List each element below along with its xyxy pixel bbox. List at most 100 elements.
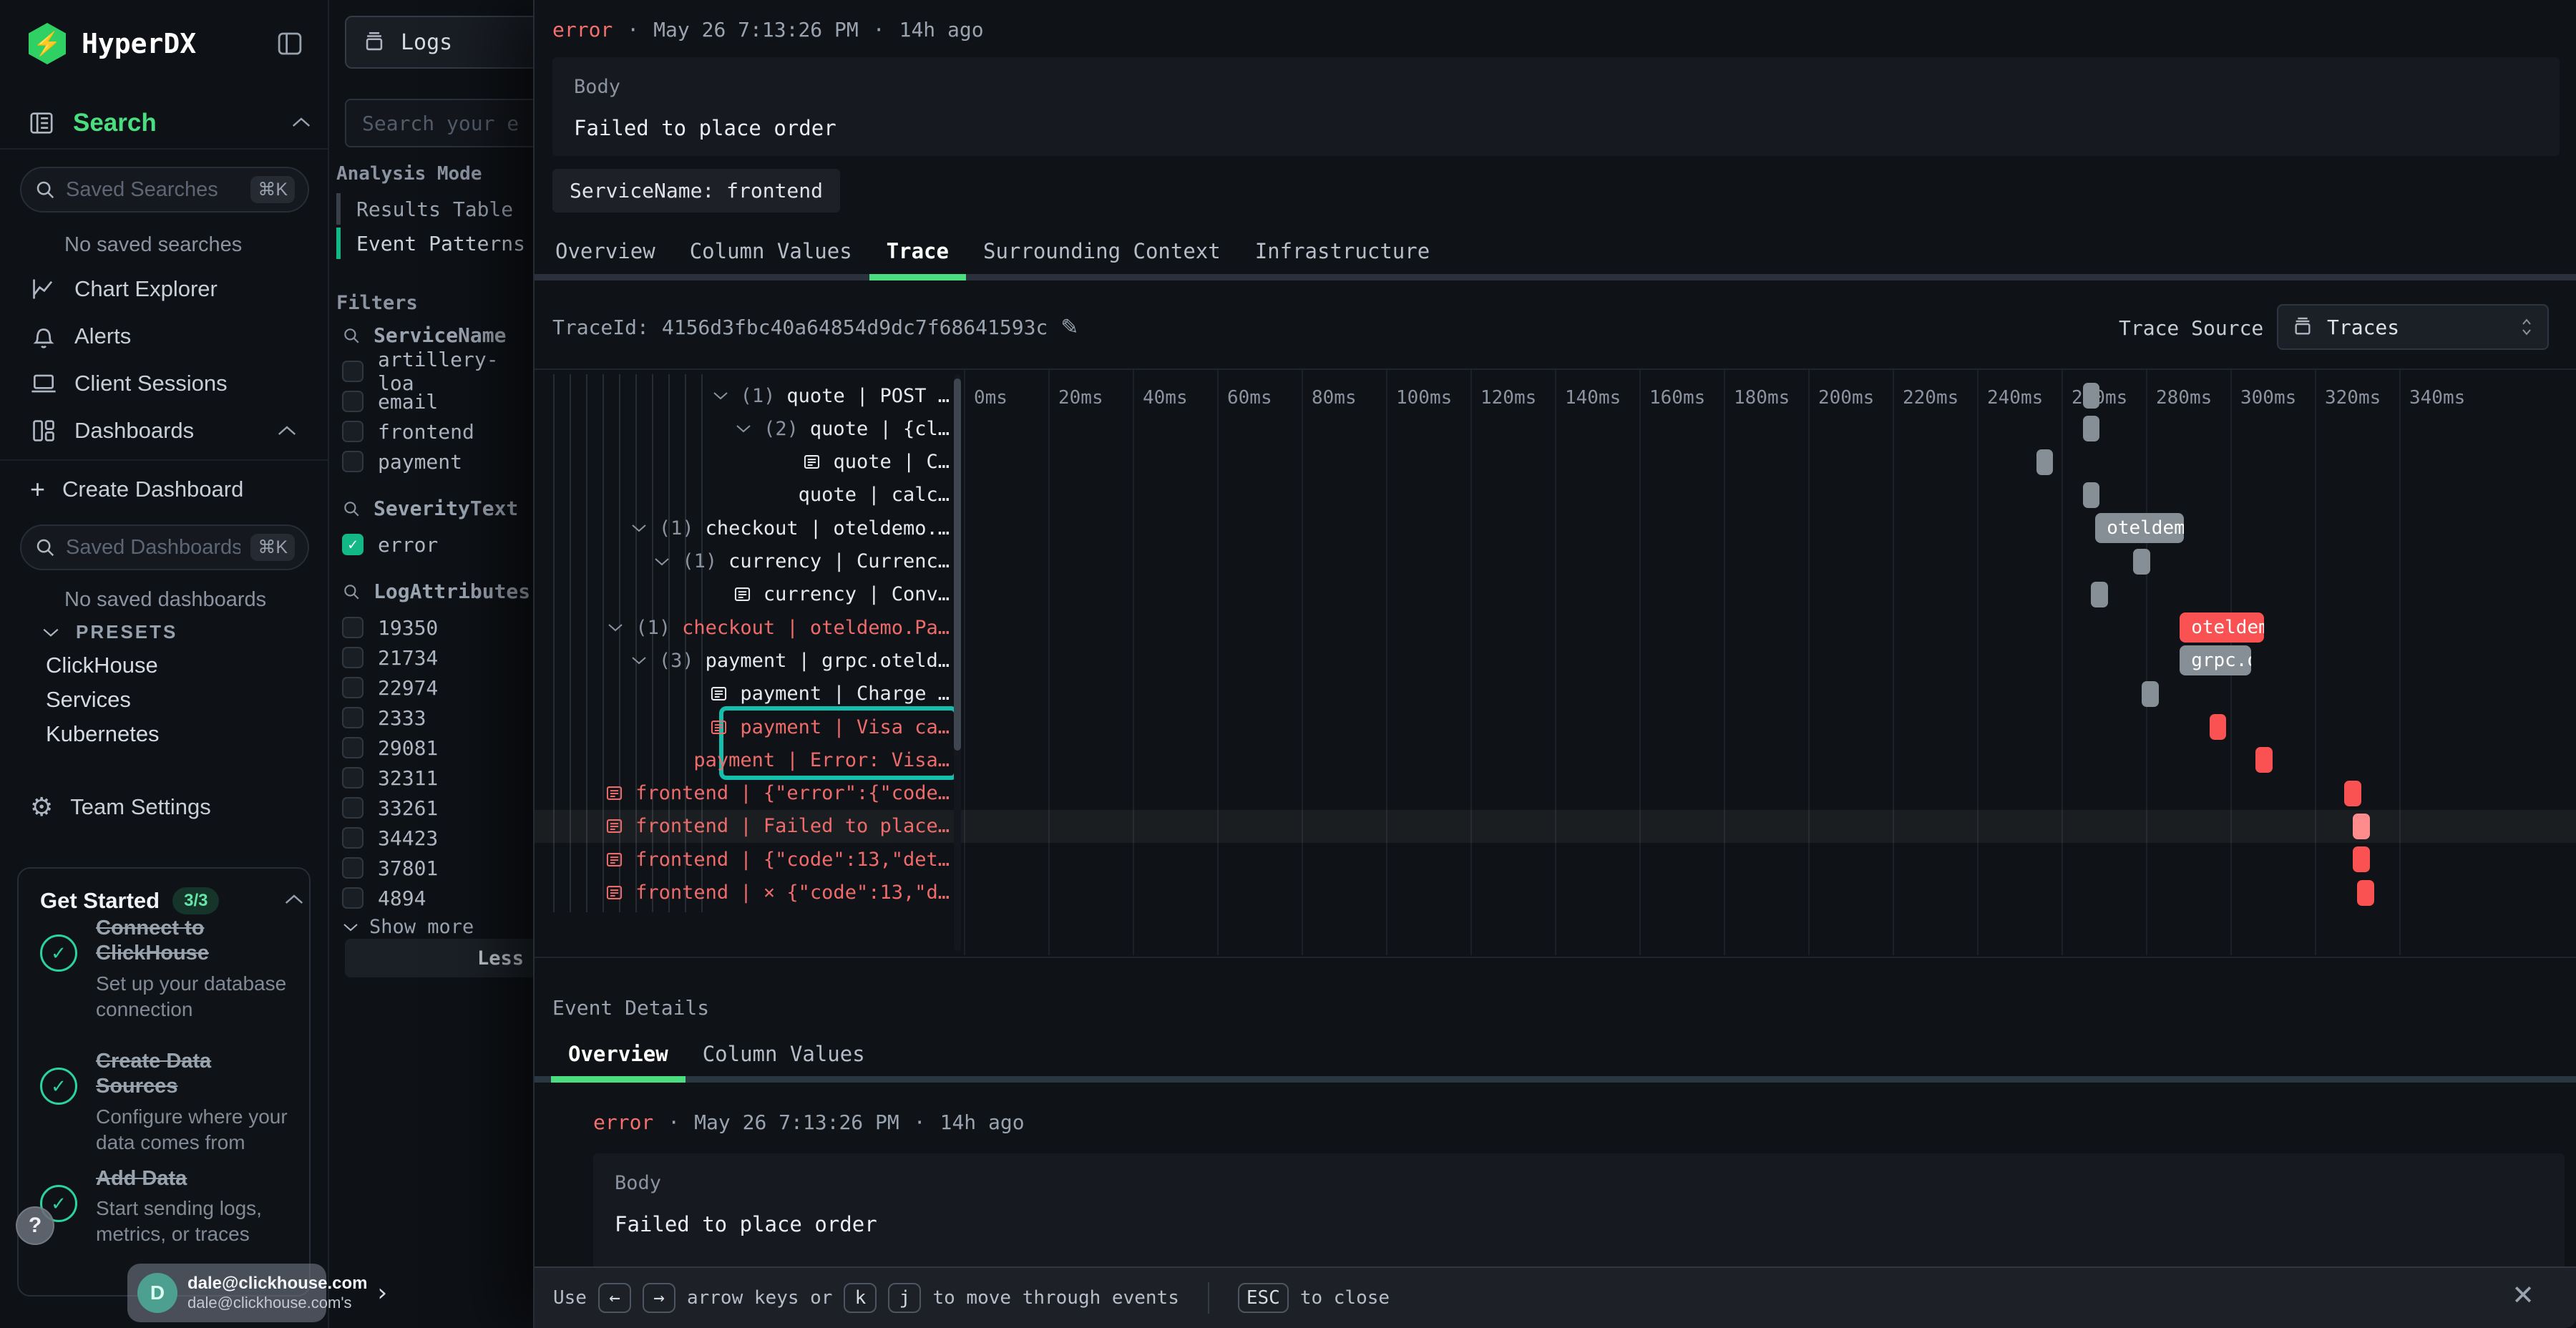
checkbox[interactable] <box>342 421 364 442</box>
tree-row[interactable]: currency | Conv… <box>535 578 950 611</box>
checkbox[interactable] <box>342 887 364 909</box>
filter-checkbox-row[interactable]: artillery-loa <box>342 356 533 386</box>
tree-row[interactable]: frontend | × {"code":13,"d… <box>535 877 950 909</box>
tree-row[interactable]: (1)checkout | oteldemo.… <box>535 512 950 545</box>
sidebar-item-dashboards[interactable]: Dashboards <box>0 408 328 454</box>
tree-row[interactable]: frontend | {"code":13,"det… <box>535 843 950 876</box>
filter-checkbox-row[interactable]: 34423 <box>342 823 438 853</box>
tree-row[interactable]: payment | Visa ca… <box>535 711 950 743</box>
tab-column-values[interactable]: Column Values <box>673 239 869 263</box>
checkbox[interactable] <box>342 797 364 819</box>
span-bar-labeled[interactable]: oteldemo… <box>2095 513 2184 543</box>
filter-checkbox-row[interactable]: frontend <box>342 416 474 446</box>
checkbox[interactable] <box>342 857 364 879</box>
tree-row[interactable]: (1)checkout | oteldemo.Pa… <box>535 611 950 644</box>
tab-overview[interactable]: Overview <box>538 239 673 263</box>
sidebar-collapse-icon[interactable] <box>275 29 305 59</box>
span-bar[interactable] <box>2353 846 2370 872</box>
filter-checkbox-row[interactable]: 22974 <box>342 673 438 703</box>
scrollbar-thumb[interactable] <box>954 379 961 751</box>
tab-surrounding-context[interactable]: Surrounding Context <box>966 239 1238 263</box>
filter-checkbox-row[interactable]: 37801 <box>342 853 438 883</box>
checkbox[interactable] <box>342 827 364 849</box>
preset-item-services[interactable]: Services <box>46 687 131 713</box>
filter-checkbox-row[interactable]: email <box>342 386 438 416</box>
span-bar[interactable] <box>2083 383 2100 409</box>
waterfall-scrollbar[interactable] <box>954 374 961 951</box>
chevron-down-icon[interactable] <box>712 391 729 401</box>
checkbox[interactable] <box>342 361 364 382</box>
key-j[interactable]: j <box>888 1283 921 1313</box>
filter-checkbox-row[interactable]: 19350 <box>342 612 438 643</box>
tree-row[interactable]: (1)quote | POST … <box>535 379 950 412</box>
chevron-down-icon[interactable] <box>630 655 648 665</box>
span-bar[interactable] <box>2133 549 2150 575</box>
saved-searches-input[interactable]: Saved Searches ⌘K <box>20 167 309 213</box>
analysis-mode-results-table[interactable]: Results Table <box>336 192 513 226</box>
get-started-item[interactable]: ✓Create Data SourcesConfigure where your… <box>40 1049 296 1155</box>
close-icon[interactable]: ✕ <box>2512 1279 2534 1311</box>
filter-checkbox-row[interactable]: 32311 <box>342 763 438 793</box>
checkbox-checked[interactable]: ✓ <box>342 534 364 555</box>
sidebar-item-client-sessions[interactable]: Client Sessions <box>0 361 328 406</box>
preset-item-kubernetes[interactable]: Kubernetes <box>46 721 160 747</box>
filter-checkbox-row[interactable]: 2333 <box>342 703 426 733</box>
checkbox[interactable] <box>342 617 364 638</box>
checkbox[interactable] <box>342 767 364 788</box>
help-button[interactable]: ? <box>16 1206 54 1245</box>
tree-row[interactable]: (1)currency | Currenc… <box>535 545 950 578</box>
checkbox[interactable] <box>342 677 364 698</box>
chevron-down-icon[interactable] <box>607 622 624 633</box>
tree-row[interactable]: (2)quote | {cl… <box>535 412 950 445</box>
sidebar-item-team-settings[interactable]: ⚙ Team Settings <box>0 784 328 830</box>
service-name-chip[interactable]: ServiceName: frontend <box>552 169 840 213</box>
analysis-mode-event-patterns[interactable]: Event Patterns <box>336 226 525 260</box>
span-bar[interactable] <box>2353 814 2370 839</box>
saved-dashboards-input[interactable]: Saved Dashboards ⌘K <box>20 524 309 570</box>
filter-checkbox-row[interactable]: 21734 <box>342 643 438 673</box>
tree-row[interactable]: (3)payment | grpc.oteld… <box>535 644 950 677</box>
checkbox[interactable] <box>342 707 364 728</box>
span-bar[interactable] <box>2344 781 2361 806</box>
filter-checkbox-row[interactable]: payment <box>342 446 462 477</box>
checkbox[interactable] <box>342 451 364 472</box>
sidebar-item-alerts[interactable]: Alerts <box>0 313 328 359</box>
sidebar-item-chart-explorer[interactable]: Chart Explorer <box>0 266 328 312</box>
chevron-up-icon[interactable] <box>283 893 305 906</box>
chevron-down-icon[interactable] <box>630 523 648 533</box>
arrow-left-key[interactable]: ← <box>598 1283 631 1313</box>
tree-row[interactable]: payment | Charge … <box>535 678 950 711</box>
arrow-right-key[interactable]: → <box>643 1283 675 1313</box>
get-started-item[interactable]: ✓Connect to ClickHouseSet up your databa… <box>40 916 296 1022</box>
span-bar[interactable] <box>2357 880 2374 906</box>
filter-checkbox-row[interactable]: 29081 <box>342 733 438 763</box>
checkbox[interactable] <box>342 647 364 668</box>
span-bar-labeled[interactable]: oteldemo… <box>2180 612 2264 643</box>
checkbox[interactable] <box>342 391 364 412</box>
span-bar[interactable] <box>2036 449 2054 475</box>
edit-pencil-icon[interactable]: ✎ <box>1060 315 1078 340</box>
tree-row[interactable]: frontend | {"error":{"code… <box>535 777 950 810</box>
chevron-up-icon[interactable] <box>291 116 312 132</box>
key-k[interactable]: k <box>844 1283 877 1313</box>
tab-trace[interactable]: Trace <box>869 239 966 263</box>
span-bar-labeled[interactable]: grpc.otel… <box>2180 645 2251 675</box>
tree-row[interactable]: frontend | Failed to place… <box>535 810 950 843</box>
checkbox[interactable] <box>342 737 364 758</box>
trace-source-select[interactable]: Traces <box>2277 304 2549 350</box>
create-dashboard-button[interactable]: + Create Dashboard <box>0 467 328 512</box>
get-started-item[interactable]: ✓Add DataStart sending logs, metrics, or… <box>40 1166 296 1247</box>
esc-key[interactable]: ESC <box>1238 1283 1289 1313</box>
span-bar[interactable] <box>2255 747 2273 773</box>
tab-column-values[interactable]: Column Values <box>686 1042 882 1066</box>
chevron-down-icon[interactable] <box>735 424 752 434</box>
span-bar[interactable] <box>2083 482 2100 508</box>
tab-infrastructure[interactable]: Infrastructure <box>1238 239 1447 263</box>
show-more-button[interactable]: Show more <box>342 916 474 938</box>
filter-checkbox-row[interactable]: 33261 <box>342 793 438 823</box>
tree-row[interactable]: quote | C… <box>535 446 950 479</box>
span-bar[interactable] <box>2091 582 2108 607</box>
span-bar[interactable] <box>2083 416 2100 441</box>
filter-checkbox-row[interactable]: ✓error <box>342 529 438 560</box>
chevron-down-icon[interactable] <box>653 557 670 567</box>
